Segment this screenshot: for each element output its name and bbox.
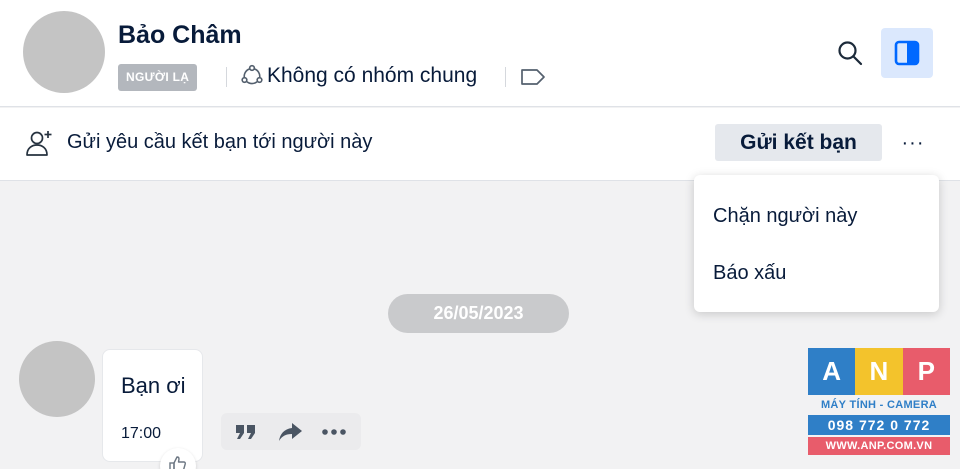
message-more-button[interactable]: [321, 421, 347, 443]
quote-icon: [236, 424, 255, 439]
mutual-groups-text[interactable]: Không có nhóm chung: [267, 64, 477, 88]
quote-button[interactable]: [233, 421, 259, 443]
logo-letter: A: [808, 348, 856, 395]
logo-letter: P: [902, 348, 950, 395]
toggle-side-panel-button[interactable]: [881, 28, 933, 78]
friend-request-bar: Gửi yêu cầu kết bạn tới người này Gửi kế…: [0, 108, 960, 181]
add-user-icon: [26, 131, 52, 156]
contact-name[interactable]: Bảo Châm: [118, 21, 242, 50]
anp-watermark-logo: A N P MÁY TÍNH - CAMERA 098 772 0 772 WW…: [808, 348, 950, 458]
logo-phone: 098 772 0 772: [808, 415, 950, 435]
more-options-button[interactable]: ···: [896, 126, 930, 160]
logo-tagline: MÁY TÍNH - CAMERA: [820, 399, 938, 411]
stranger-badge: NGƯỜI LẠ: [118, 64, 198, 91]
share-button[interactable]: [277, 421, 303, 443]
contact-avatar[interactable]: [23, 11, 105, 93]
date-separator: 26/05/2023: [388, 294, 569, 333]
conversation-header: Bảo Châm NGƯỜI LẠ Không có nhóm chung: [0, 0, 960, 107]
logo-letter: N: [855, 348, 903, 395]
search-icon: [838, 41, 863, 66]
tag-icon[interactable]: [519, 66, 547, 88]
message-bubble[interactable]: Bạn ơi 17:00: [102, 349, 203, 462]
logo-letters: A N P: [808, 348, 950, 395]
menu-item-block[interactable]: Chặn người này: [713, 205, 857, 228]
group-icon: [241, 64, 263, 85]
menu-item-report[interactable]: Báo xấu: [713, 262, 786, 285]
thumbs-up-icon: [169, 456, 186, 469]
send-friend-request-button[interactable]: Gửi kết bạn: [715, 124, 882, 161]
side-panel-icon: [894, 40, 920, 66]
message-time: 17:00: [121, 425, 162, 442]
logo-website: WWW.ANP.COM.VN: [808, 437, 950, 455]
more-icon: [322, 428, 346, 435]
search-button[interactable]: [830, 33, 870, 73]
header-divider: [226, 67, 227, 87]
message-actions: [221, 413, 361, 450]
friend-request-text: Gửi yêu cầu kết bạn tới người này: [67, 131, 373, 153]
options-menu: Chặn người này Báo xấu: [694, 175, 939, 312]
share-icon: [279, 422, 302, 441]
message-text: Bạn ơi: [121, 373, 186, 398]
header-divider: [505, 67, 506, 87]
sender-avatar[interactable]: [19, 341, 95, 417]
